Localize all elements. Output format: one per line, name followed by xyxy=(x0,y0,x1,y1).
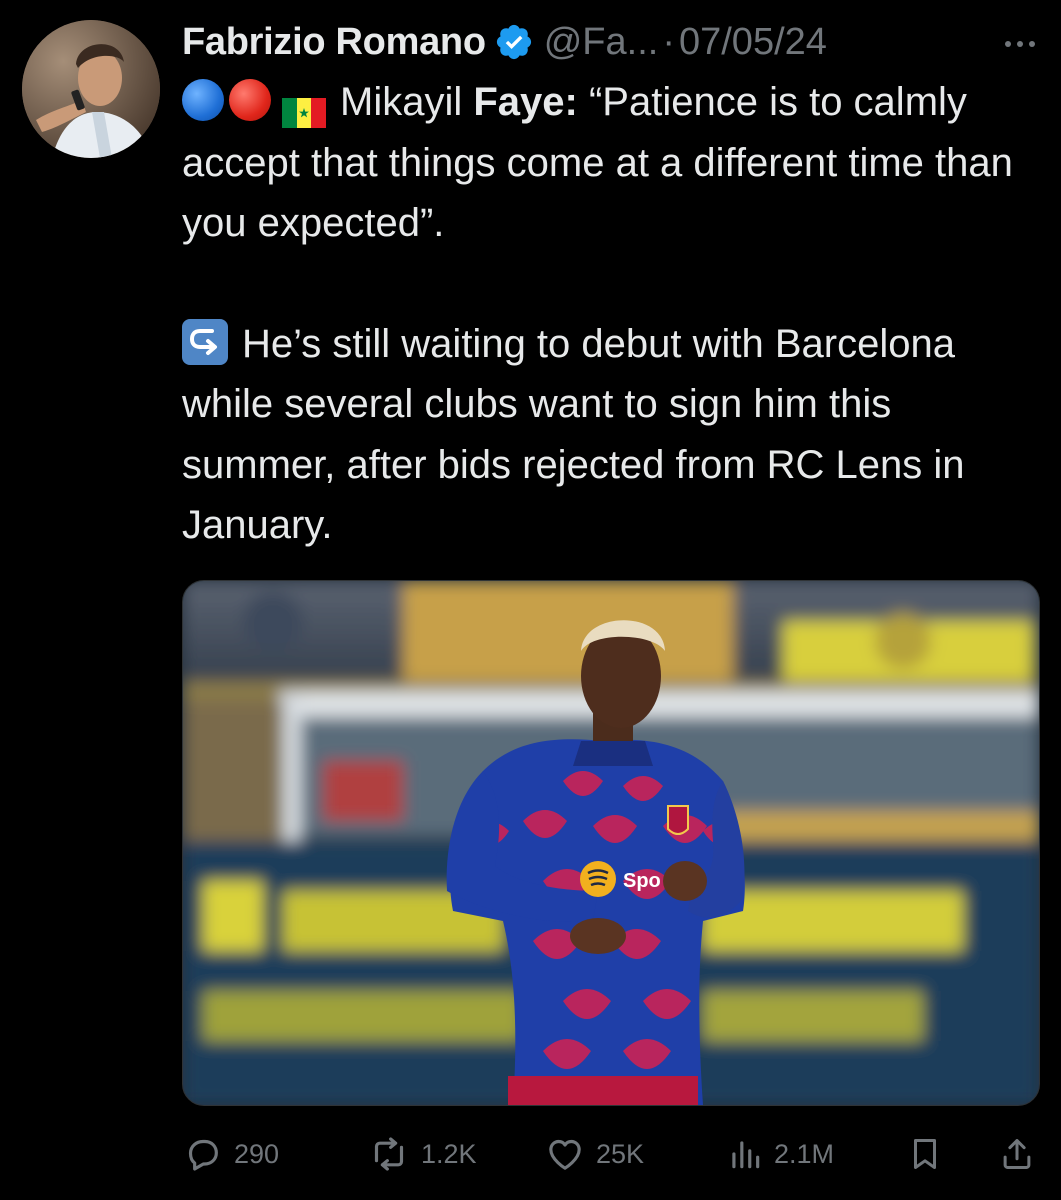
author-name[interactable]: Fabrizio Romano xyxy=(182,21,486,64)
repost-count: 1.2K xyxy=(421,1138,477,1169)
tweet-paragraph-2: He’s still waiting to debut with Barcelo… xyxy=(182,314,1052,556)
paragraph-2-text: He’s still waiting to debut with Barcelo… xyxy=(182,321,965,548)
heart-icon xyxy=(544,1134,586,1174)
player-name-plain: Mikayil xyxy=(340,80,463,124)
repost-button[interactable]: 1.2K xyxy=(367,1128,477,1180)
emoji-group xyxy=(182,79,340,128)
tweet-actions: 290 1.2K 25K 2.1M xyxy=(182,1128,1038,1180)
reply-count: 290 xyxy=(234,1138,280,1169)
author-handle[interactable]: @Fa... xyxy=(544,21,659,64)
views-button[interactable]: 2.1M xyxy=(726,1128,834,1180)
header-separator: · xyxy=(662,20,675,63)
player-name-bold: Faye: xyxy=(473,80,578,124)
bookmark-icon xyxy=(906,1134,944,1174)
reply-icon xyxy=(182,1134,224,1174)
like-button[interactable]: 25K xyxy=(544,1128,644,1180)
tweet-date[interactable]: 07/05/24 xyxy=(679,21,827,64)
verified-badge-icon xyxy=(494,22,534,62)
blue-circle-icon xyxy=(182,79,224,121)
right-arrow-curving-left-icon xyxy=(182,318,228,365)
photo-image: Spo xyxy=(183,581,1039,1105)
tweet: Fabrizio Romano @Fa... · 07/05/24 Mikayi… xyxy=(0,0,1061,1200)
tweet-paragraph-1: Mikayil Faye: “Patience is to calmly acc… xyxy=(182,72,1052,254)
views-count: 2.1M xyxy=(774,1138,835,1169)
avatar-image xyxy=(22,20,160,158)
like-count: 25K xyxy=(596,1138,645,1169)
senegal-flag-icon xyxy=(282,85,326,128)
avatar[interactable] xyxy=(22,20,160,158)
bookmark-button[interactable] xyxy=(906,1128,944,1180)
tweet-header: Fabrizio Romano @Fa... · 07/05/24 xyxy=(182,14,1042,70)
reply-button[interactable]: 290 xyxy=(182,1128,279,1180)
red-circle-icon xyxy=(229,79,271,121)
tweet-media-image[interactable]: Spo xyxy=(182,580,1040,1106)
share-icon xyxy=(998,1134,1036,1174)
views-chart-icon xyxy=(726,1134,764,1174)
more-horizontal-icon[interactable] xyxy=(998,22,1042,62)
jersey-sponsor-text: Spo xyxy=(623,870,661,892)
share-button[interactable] xyxy=(998,1128,1036,1180)
tweet-text: Mikayil Faye: “Patience is to calmly acc… xyxy=(182,72,1052,556)
repost-icon xyxy=(367,1134,411,1174)
